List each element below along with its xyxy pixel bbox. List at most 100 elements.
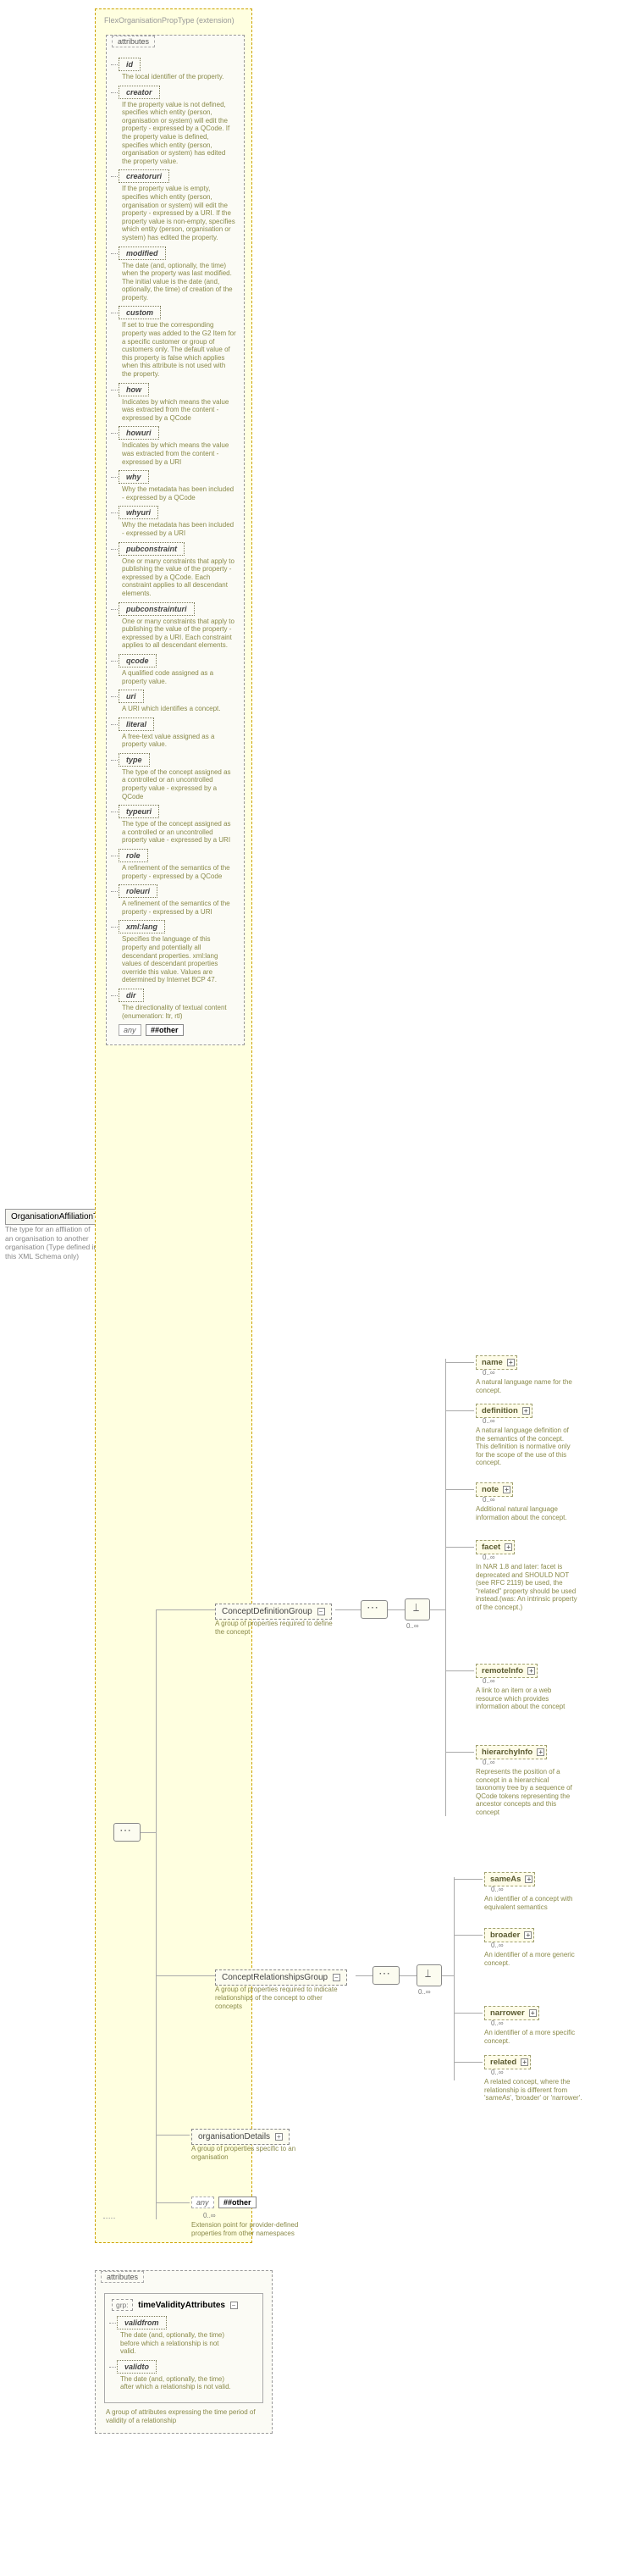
collapse-icon[interactable]: − bbox=[333, 1974, 340, 1981]
choice-compositor-crg bbox=[417, 1964, 442, 1986]
element-related: related+ bbox=[484, 2055, 531, 2069]
element-hierarchyInfo: hierarchyInfo+ bbox=[476, 1745, 547, 1759]
collapse-icon[interactable]: − bbox=[317, 1608, 325, 1615]
crg-desc: A group of properties required to indica… bbox=[215, 1986, 342, 2011]
attr-desc: The local identifier of the property. bbox=[122, 73, 236, 81]
choice-compositor-cdg bbox=[405, 1598, 430, 1620]
expand-icon[interactable]: + bbox=[524, 1931, 532, 1939]
concept-definition-group: ConceptDefinitionGroup − bbox=[215, 1604, 332, 1620]
any-attr-label: any bbox=[119, 1024, 141, 1036]
attr-validto-desc: The date (and, optionally, the time) aft… bbox=[120, 2375, 234, 2391]
expand-icon[interactable]: + bbox=[275, 2133, 283, 2141]
attr-validfrom: validfrom bbox=[117, 2316, 167, 2329]
attr-row: modified The date (and, optionally, the t… bbox=[119, 247, 237, 302]
attr-qcode: qcode bbox=[119, 654, 157, 668]
cardinality: 0..∞ bbox=[483, 1554, 495, 1561]
attr-desc: A qualified code assigned as a property … bbox=[122, 669, 236, 685]
element-desc: A natural language name for the concept. bbox=[476, 1378, 577, 1394]
element-remoteInfo: remoteInfo+ bbox=[476, 1664, 538, 1678]
attr-row: validto The date (and, optionally, the t… bbox=[117, 2360, 256, 2391]
attr-desc: If set to true the corresponding propert… bbox=[122, 321, 236, 378]
attr-desc: A free-text value assigned as a property… bbox=[122, 733, 236, 749]
flex-attributes-container: attributes idThe local identifier of the… bbox=[106, 35, 245, 1045]
sequence-compositor-cdg bbox=[361, 1600, 388, 1619]
sequence-compositor-main bbox=[113, 1823, 141, 1842]
any-attr-ns: ##other bbox=[146, 1024, 184, 1036]
attr-row: validfrom The date (and, optionally, the… bbox=[117, 2316, 256, 2356]
expand-icon[interactable]: + bbox=[507, 1359, 515, 1366]
grp-prefix: grp: bbox=[112, 2299, 133, 2311]
concept-relationships-group: ConceptRelationshipsGroup − bbox=[215, 1969, 347, 1986]
element-broader: broader+ bbox=[484, 1928, 534, 1942]
attr-whyuri: whyuri bbox=[119, 506, 158, 519]
attr-row: creatorIf the property value is not defi… bbox=[119, 86, 237, 166]
any-element-card: 0..∞ bbox=[203, 2212, 216, 2219]
cdg-label: ConceptDefinitionGroup bbox=[222, 1607, 312, 1616]
attr-xml-lang: xml:lang bbox=[119, 920, 165, 933]
cardinality: 0..∞ bbox=[483, 1417, 495, 1425]
attr-desc: If the property value is not defined, sp… bbox=[122, 101, 236, 166]
attr-how: how bbox=[119, 383, 149, 396]
attr-row: howuriIndicates by which means the value… bbox=[119, 426, 237, 466]
element-desc: An identifier of a more specific concept… bbox=[484, 2029, 586, 2045]
attr-creatoruri: creatoruri bbox=[119, 169, 169, 183]
element-desc: An identifier of a more generic concept. bbox=[484, 1951, 586, 1967]
choice-card-cdg: 0..∞ bbox=[406, 1622, 419, 1630]
expand-icon[interactable]: + bbox=[529, 2009, 537, 2017]
attr-type: type bbox=[119, 753, 150, 767]
attr-row: dirThe directionality of textual content… bbox=[119, 989, 237, 1020]
expand-icon[interactable]: + bbox=[521, 2058, 528, 2066]
attr-row: roleuriA refinement of the semantics of … bbox=[119, 884, 237, 916]
attributes-header: attributes bbox=[101, 2271, 144, 2283]
element-desc: Additional natural language information … bbox=[476, 1505, 577, 1521]
od-desc: A group of properties specific to an org… bbox=[191, 2145, 318, 2162]
expand-icon[interactable]: + bbox=[525, 1875, 532, 1883]
cardinality: 0..∞ bbox=[491, 2069, 504, 2076]
attr-row: howIndicates by which means the value wa… bbox=[119, 383, 237, 423]
cardinality: 0..∞ bbox=[491, 1942, 504, 1949]
attr-row: pubconstrainturiOne or many constraints … bbox=[119, 602, 237, 650]
attr-desc: Why the metadata has been included - exp… bbox=[122, 485, 236, 501]
tva-container: attributes grp: timeValidityAttributes −… bbox=[95, 2270, 273, 2434]
attr-row: xml:langSpecifies the language of this p… bbox=[119, 920, 237, 984]
expand-icon[interactable]: + bbox=[505, 1543, 512, 1551]
element-desc: An identifier of a concept with equivale… bbox=[484, 1895, 586, 1911]
attr-roleuri: roleuri bbox=[119, 884, 157, 898]
attr-desc: If the property value is empty, specifie… bbox=[122, 185, 236, 241]
attr-modified: modified bbox=[119, 247, 166, 260]
crg-label: ConceptRelationshipsGroup bbox=[222, 1973, 328, 1982]
expand-icon[interactable]: + bbox=[527, 1667, 535, 1675]
attr-howuri: howuri bbox=[119, 426, 159, 440]
attr-desc: The date (and, optionally, the time) whe… bbox=[122, 262, 236, 302]
attr-dir: dir bbox=[119, 989, 144, 1002]
attr-why: why bbox=[119, 470, 149, 484]
attr-desc: A refinement of the semantics of the pro… bbox=[122, 864, 236, 880]
element-sameAs: sameAs+ bbox=[484, 1872, 535, 1886]
collapse-icon[interactable]: − bbox=[230, 2302, 238, 2309]
tva-footer: A group of attributes expressing the tim… bbox=[106, 2408, 262, 2424]
attr-desc: One or many constraints that apply to pu… bbox=[122, 557, 236, 598]
attr-row: typeuriThe type of the concept assigned … bbox=[119, 805, 237, 845]
element-definition: definition+ bbox=[476, 1404, 532, 1418]
any-element-ns: ##other bbox=[218, 2197, 257, 2208]
element-name: name+ bbox=[476, 1355, 517, 1370]
attr-uri: uri bbox=[119, 690, 144, 703]
od-label: organisationDetails bbox=[198, 2132, 270, 2141]
attr-row: pubconstraintOne or many constraints tha… bbox=[119, 542, 237, 598]
expand-icon[interactable]: + bbox=[503, 1486, 510, 1493]
attr-validto: validto bbox=[117, 2360, 157, 2374]
root-type-desc: The type for an affliation of an organis… bbox=[5, 1225, 98, 1261]
any-attribute-row: any ##other bbox=[119, 1024, 237, 1036]
element-facet: facet+ bbox=[476, 1540, 515, 1554]
expand-icon[interactable]: + bbox=[522, 1407, 530, 1415]
attr-desc: One or many constraints that apply to pu… bbox=[122, 618, 236, 650]
attr-role: role bbox=[119, 849, 148, 862]
expand-icon[interactable]: + bbox=[537, 1748, 544, 1756]
attr-row: whyuri Why the metadata has been included… bbox=[119, 506, 237, 537]
attr-row: qcodeA qualified code assigned as a prop… bbox=[119, 654, 237, 685]
attr-desc: Why the metadata has been included - exp… bbox=[122, 521, 236, 537]
attr-row: typeThe type of the concept assigned as … bbox=[119, 753, 237, 800]
attr-row: literalA free-text value assigned as a p… bbox=[119, 717, 237, 749]
attributes-header: attributes bbox=[112, 36, 155, 47]
element-desc: A related concept, where the relationshi… bbox=[484, 2078, 586, 2102]
